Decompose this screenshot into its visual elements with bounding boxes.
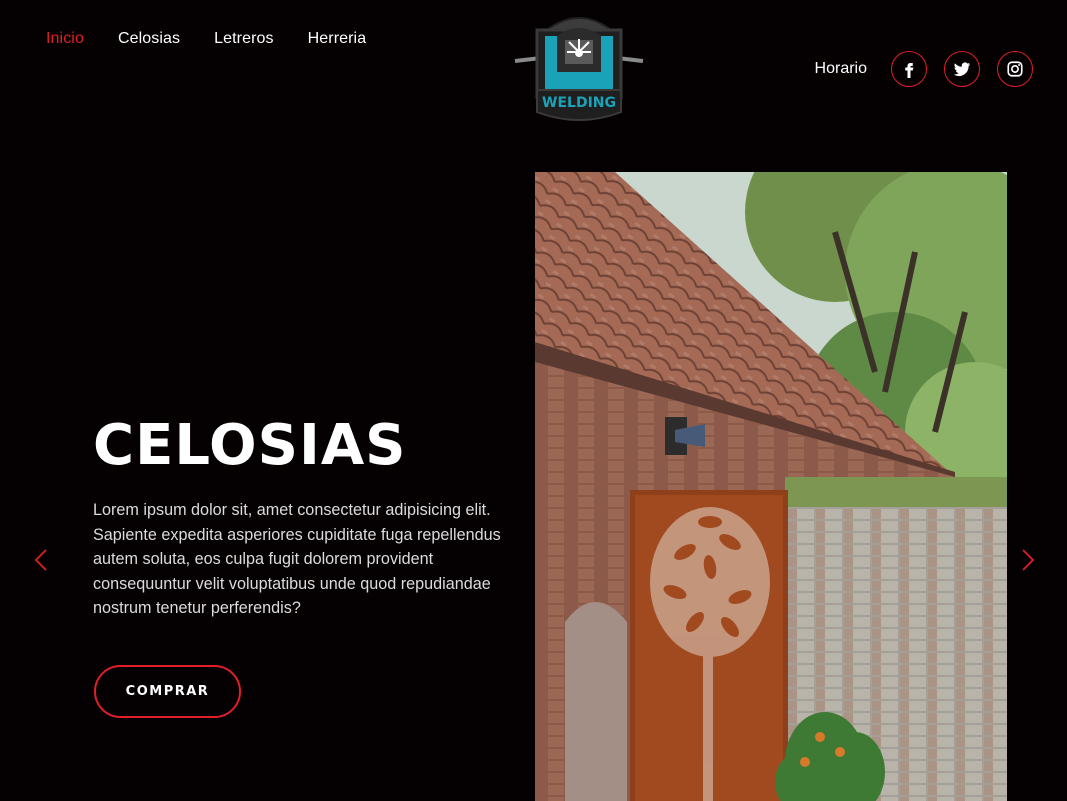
header-right: Horario bbox=[815, 51, 1033, 87]
hero-title: CELOSIAS bbox=[93, 413, 407, 478]
twitter-button[interactable] bbox=[944, 51, 980, 87]
nav-item-letreros[interactable]: Letreros bbox=[214, 30, 274, 48]
nav-item-celosias[interactable]: Celosias bbox=[118, 30, 180, 48]
twitter-icon bbox=[953, 62, 971, 76]
carousel-next-button[interactable] bbox=[1021, 548, 1035, 572]
instagram-icon bbox=[1007, 61, 1023, 77]
chevron-right-icon bbox=[1022, 549, 1035, 571]
nav-item-herreria[interactable]: Herreria bbox=[308, 30, 367, 48]
main-nav: Inicio Celosias Letreros Herreria bbox=[46, 30, 400, 48]
facebook-icon bbox=[905, 63, 914, 78]
carousel-prev-button[interactable] bbox=[34, 548, 48, 572]
instagram-button[interactable] bbox=[997, 51, 1033, 87]
nav-item-inicio[interactable]: Inicio bbox=[46, 30, 84, 48]
chevron-left-icon bbox=[34, 549, 47, 571]
welding-logo[interactable]: WELDING bbox=[513, 6, 645, 132]
comprar-button[interactable]: COMPRAR bbox=[94, 665, 241, 718]
facebook-button[interactable] bbox=[891, 51, 927, 87]
logo-text: WELDING bbox=[542, 95, 616, 111]
hero-description: Lorem ipsum dolor sit, amet consectetur … bbox=[93, 501, 501, 617]
hero-image bbox=[535, 172, 1007, 801]
horario-link[interactable]: Horario bbox=[815, 60, 867, 78]
